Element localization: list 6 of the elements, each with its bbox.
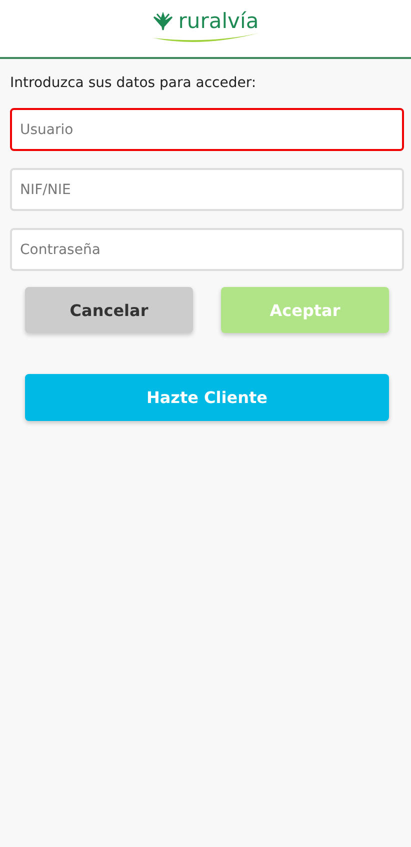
input-field[interactable]: Usuario [10, 108, 404, 151]
signup-button[interactable]: Hazte Cliente [25, 374, 389, 421]
cancel-button[interactable]: Cancelar [25, 287, 193, 333]
logo-text: ruralvía [178, 11, 259, 32]
wheat-icon [152, 12, 174, 32]
instructions-text: Introduzca sus datos para acceder: [10, 75, 258, 91]
